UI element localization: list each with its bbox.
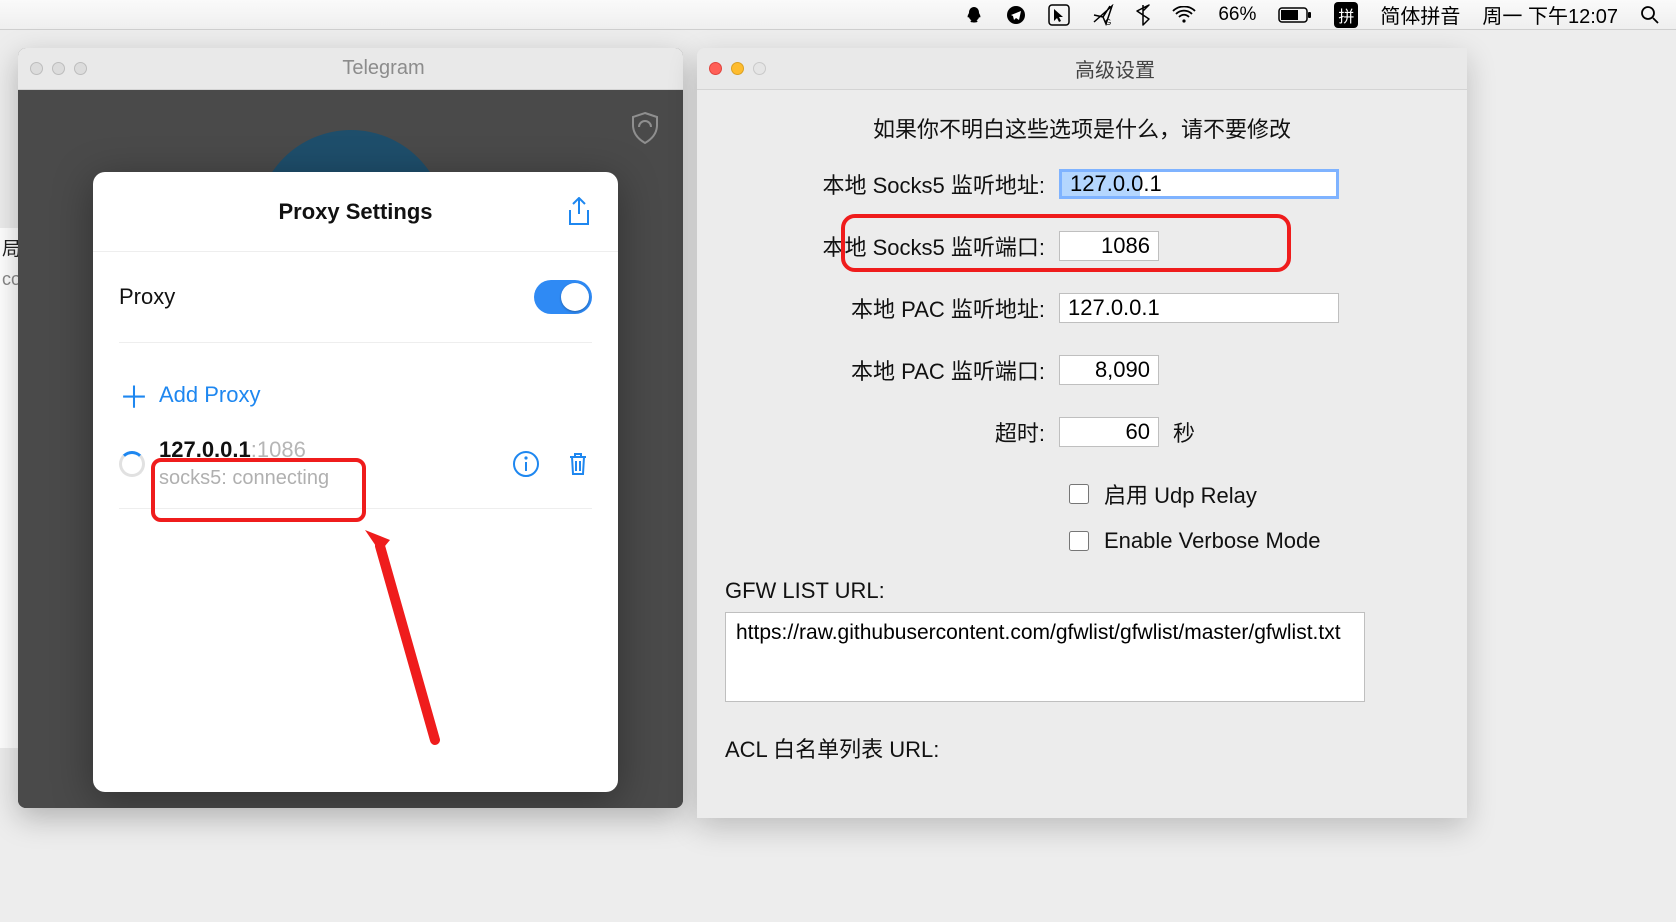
label-verbose: Enable Verbose Mode — [1104, 528, 1321, 554]
suffix-timeout: 秒 — [1173, 416, 1195, 448]
telegram-tray-icon[interactable] — [1006, 5, 1026, 25]
proxy-entry-port: :1086 — [251, 437, 306, 462]
minimize-icon[interactable] — [52, 62, 65, 75]
ime-badge-icon[interactable]: 拼 — [1334, 2, 1358, 28]
telegram-title: Telegram — [96, 57, 671, 80]
info-icon[interactable] — [512, 450, 540, 478]
underlying-chat-hint: 局 co — [0, 228, 18, 748]
advanced-body: 如果你不明白这些选项是什么，请不要修改 本地 Socks5 监听地址: 本地 S… — [697, 90, 1467, 764]
proxy-section: Proxy ＋ Add Proxy 127.0.0.1:1086 socks5:… — [93, 252, 618, 509]
share-icon[interactable] — [566, 197, 592, 227]
bluetooth-icon[interactable] — [1136, 4, 1150, 26]
row-pac-addr: 本地 PAC 监听地址: — [725, 292, 1439, 324]
clock: 周一 下午12:07 — [1482, 0, 1618, 29]
label-acl-url: ACL 白名单列表 URL: — [725, 732, 1439, 764]
input-pac-addr[interactable] — [1059, 293, 1339, 323]
cursor-box-icon[interactable] — [1048, 4, 1070, 26]
checkbox-verbose[interactable] — [1069, 531, 1089, 551]
proxy-entry[interactable]: 127.0.0.1:1086 socks5: connecting — [119, 429, 592, 509]
label-socks5-port: 本地 Socks5 监听端口: — [725, 230, 1045, 262]
close-icon[interactable] — [30, 62, 43, 75]
sheet-header: Proxy Settings — [93, 172, 618, 252]
telegram-body: Proxy Settings Proxy ＋ Add Proxy — [18, 90, 683, 808]
proxy-entry-actions — [512, 450, 592, 478]
telegram-window: Telegram Proxy Settings Proxy ＋ — [18, 48, 683, 808]
zoom-icon[interactable] — [74, 62, 87, 75]
label-udp-relay: 启用 Udp Relay — [1104, 478, 1257, 510]
qq-icon[interactable] — [964, 5, 984, 25]
input-socks5-port[interactable] — [1059, 231, 1159, 261]
label-timeout: 超时: — [725, 416, 1045, 448]
input-pac-port[interactable] — [1059, 355, 1159, 385]
advanced-title: 高级设置 — [775, 54, 1455, 83]
checkbox-udp-relay[interactable] — [1069, 484, 1089, 504]
telegram-titlebar[interactable]: Telegram — [18, 48, 683, 90]
label-pac-addr: 本地 PAC 监听地址: — [725, 292, 1045, 324]
add-proxy-button[interactable]: ＋ Add Proxy — [119, 343, 592, 429]
proxy-label: Proxy — [119, 284, 175, 310]
plus-icon: ＋ — [119, 373, 141, 417]
row-pac-port: 本地 PAC 监听端口: — [725, 354, 1439, 386]
zoom-icon[interactable] — [753, 62, 766, 75]
row-verbose: Enable Verbose Mode — [1065, 528, 1439, 554]
traffic-lights[interactable] — [30, 62, 87, 75]
proxy-entry-status: socks5: connecting — [159, 467, 498, 490]
minimize-icon[interactable] — [731, 62, 744, 75]
trash-icon[interactable] — [564, 450, 592, 478]
ime-label[interactable]: 简体拼音 — [1380, 0, 1460, 29]
send-icon[interactable]: G — [1092, 4, 1114, 26]
row-socks5-port: 本地 Socks5 监听端口: — [725, 230, 1439, 262]
label-socks5-addr: 本地 Socks5 监听地址: — [725, 168, 1045, 200]
shield-privacy-icon[interactable] — [627, 110, 663, 146]
traffic-lights[interactable] — [709, 62, 766, 75]
advanced-warning: 如果你不明白这些选项是什么，请不要修改 — [725, 112, 1439, 144]
input-socks5-addr[interactable] — [1059, 169, 1339, 199]
textarea-gfw-url[interactable]: https://raw.githubusercontent.com/gfwlis… — [725, 612, 1365, 702]
proxy-entry-main: 127.0.0.1:1086 socks5: connecting — [159, 437, 498, 490]
menubar: G 66% 拼 简体拼音 周一 下午12:07 — [0, 0, 1676, 30]
row-socks5-addr: 本地 Socks5 监听地址: — [725, 168, 1439, 200]
chat-hint-line2: co — [0, 261, 18, 290]
input-timeout[interactable] — [1059, 417, 1159, 447]
label-gfw-url: GFW LIST URL: — [725, 578, 1439, 604]
battery-icon[interactable] — [1278, 7, 1312, 23]
proxy-settings-sheet: Proxy Settings Proxy ＋ Add Proxy — [93, 172, 618, 792]
advanced-settings-window: 高级设置 如果你不明白这些选项是什么，请不要修改 本地 Socks5 监听地址:… — [697, 48, 1467, 818]
sheet-title: Proxy Settings — [145, 199, 566, 225]
proxy-entry-address: 127.0.0.1:1086 — [159, 437, 498, 463]
proxy-toggle[interactable] — [534, 280, 592, 314]
chat-hint-line1: 局 — [0, 228, 18, 261]
advanced-titlebar[interactable]: 高级设置 — [697, 48, 1467, 90]
svg-text:G: G — [1105, 18, 1111, 26]
proxy-toggle-row: Proxy — [119, 252, 592, 343]
search-magnifier-icon[interactable] — [1640, 5, 1660, 25]
close-icon[interactable] — [709, 62, 722, 75]
proxy-entry-ip: 127.0.0.1 — [159, 437, 251, 462]
label-pac-port: 本地 PAC 监听端口: — [725, 354, 1045, 386]
add-proxy-label: Add Proxy — [159, 382, 261, 408]
row-udp-relay: 启用 Udp Relay — [1065, 478, 1439, 510]
row-timeout: 超时: 秒 — [725, 416, 1439, 448]
connecting-spinner-icon — [119, 451, 145, 477]
battery-percent: 66% — [1218, 4, 1256, 26]
wifi-icon[interactable] — [1172, 6, 1196, 24]
